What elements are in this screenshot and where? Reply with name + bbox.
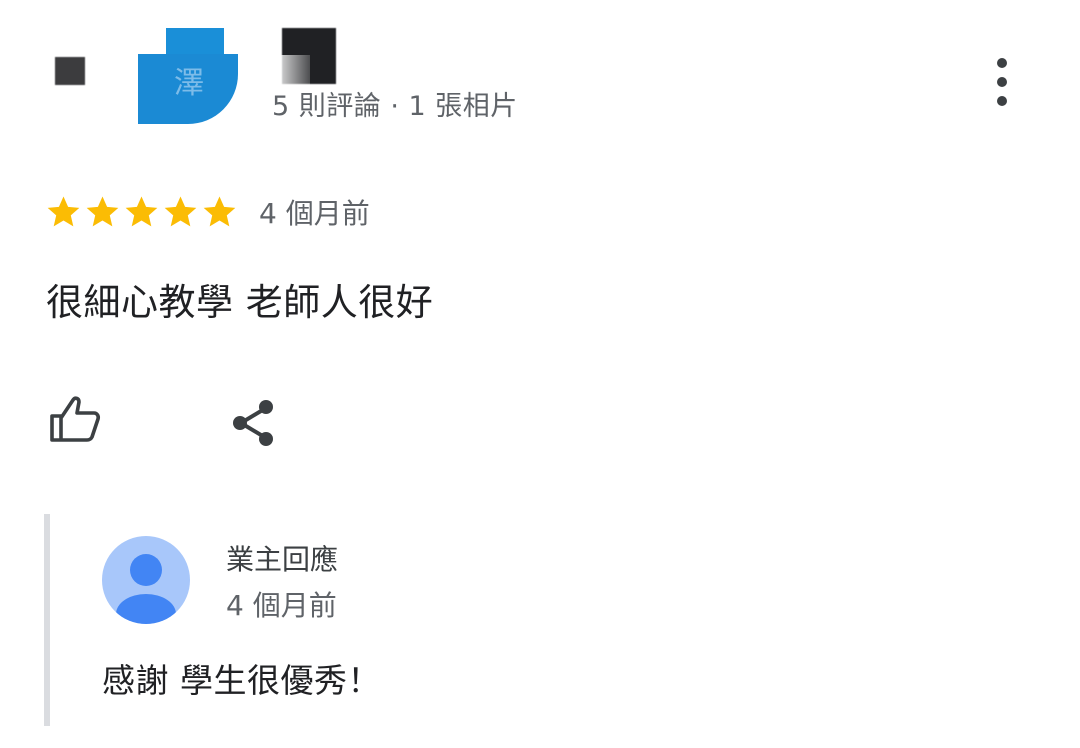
star-icon xyxy=(86,196,119,227)
owner-reply-text: 感謝 學生很優秀！ xyxy=(102,661,381,700)
share-button[interactable] xyxy=(226,394,284,452)
reviewer-meta[interactable]: 5 則評論 · 1 張相片 xyxy=(272,84,518,123)
more-dot xyxy=(997,77,1007,87)
star-icon xyxy=(125,196,158,227)
share-icon xyxy=(233,400,273,446)
star-icon xyxy=(47,196,80,227)
review-header: 澤 5 則評論 · 1 張相片 xyxy=(0,0,1080,150)
rating-row: 4 個月前 xyxy=(44,190,370,234)
like-button[interactable] xyxy=(46,392,104,450)
person-icon xyxy=(116,554,176,624)
back-button[interactable] xyxy=(55,57,85,85)
more-dot xyxy=(997,58,1007,68)
more-dot xyxy=(997,96,1007,106)
owner-reply-title: 業主回應 xyxy=(226,543,339,576)
thumb-up-icon xyxy=(50,396,101,442)
review-time: 4 個月前 xyxy=(259,197,370,230)
avatar-glyph: 澤 xyxy=(174,66,204,101)
more-vert-icon[interactable] xyxy=(982,54,1022,110)
owner-reply: 業主回應 4 個月前 感謝 學生很優秀！ xyxy=(44,514,950,726)
star-rating xyxy=(44,193,239,231)
star-icon xyxy=(203,196,236,227)
review-text: 很細心教學 老師人很好 xyxy=(46,281,434,324)
owner-reply-time: 4 個月前 xyxy=(226,589,337,622)
owner-avatar xyxy=(102,536,190,624)
reviewer-name-fade xyxy=(270,55,310,85)
reviewer-avatar[interactable]: 澤 xyxy=(138,28,238,124)
star-icon xyxy=(164,196,197,227)
